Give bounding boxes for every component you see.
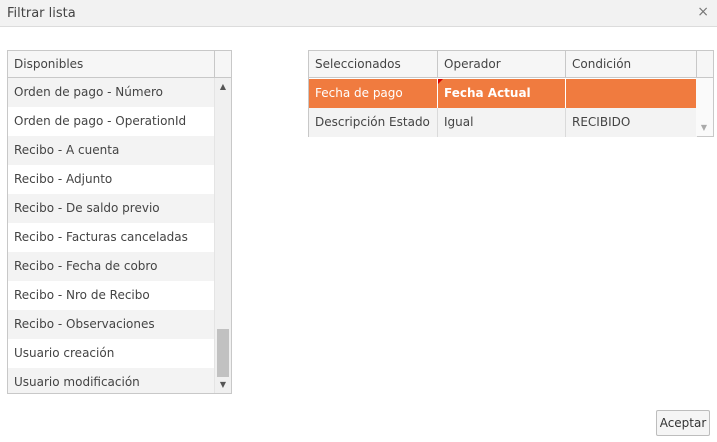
dialog-title: Filtrar lista: [7, 6, 76, 21]
column-header-field[interactable]: Seleccionados: [309, 51, 438, 78]
dialog-titlebar: Filtrar lista ×: [0, 0, 717, 27]
column-header-condition[interactable]: Condición: [566, 51, 697, 78]
available-list: Orden de pago - Número Orden de pago - O…: [8, 78, 215, 393]
available-fields-grid: Disponibles Orden de pago - Número Orden…: [7, 50, 232, 394]
list-item[interactable]: Recibo - A cuenta: [8, 136, 215, 165]
list-item[interactable]: Recibo - Adjunto: [8, 165, 215, 194]
table-row[interactable]: Descripción Estado Igual RECIBIDO: [309, 108, 697, 137]
list-item[interactable]: Usuario modificación: [8, 368, 215, 393]
cell-condition[interactable]: RECIBIDO: [566, 108, 697, 137]
cell-operator-text: Fecha Actual: [444, 86, 531, 100]
column-header-operator[interactable]: Operador: [438, 51, 566, 78]
cell-condition[interactable]: [566, 79, 697, 108]
selected-header: Seleccionados Operador Condición: [309, 51, 713, 78]
list-item[interactable]: Orden de pago - Número: [8, 78, 215, 107]
selected-scrollbar[interactable]: ▼: [696, 78, 713, 136]
list-item[interactable]: Recibo - Fecha de cobro: [8, 252, 215, 281]
available-scrollbar[interactable]: ▲ ▼: [214, 78, 231, 393]
available-column-header[interactable]: Disponibles: [8, 51, 215, 78]
cell-operator[interactable]: Igual: [438, 108, 566, 137]
list-item[interactable]: Recibo - De saldo previo: [8, 194, 215, 223]
edited-marker-icon: [438, 79, 443, 84]
cell-field[interactable]: Descripción Estado: [309, 108, 438, 137]
list-item[interactable]: Recibo - Nro de Recibo: [8, 281, 215, 310]
close-icon[interactable]: ×: [697, 4, 709, 20]
list-item[interactable]: Recibo - Facturas canceladas: [8, 223, 215, 252]
cell-operator[interactable]: Fecha Actual: [438, 79, 566, 108]
accept-button[interactable]: Aceptar: [656, 410, 710, 436]
cell-field[interactable]: Fecha de pago: [309, 79, 438, 108]
list-item[interactable]: Orden de pago - OperationId: [8, 107, 215, 136]
scroll-down-icon[interactable]: ▼: [696, 123, 712, 132]
table-row[interactable]: Fecha de pago Fecha Actual: [309, 79, 697, 108]
scroll-down-icon[interactable]: ▼: [215, 380, 231, 389]
available-header: Disponibles: [8, 51, 231, 78]
scroll-up-icon[interactable]: ▲: [215, 82, 231, 91]
list-item[interactable]: Recibo - Observaciones: [8, 310, 215, 339]
selected-filters-grid: Seleccionados Operador Condición Fecha d…: [308, 50, 714, 137]
list-item[interactable]: Usuario creación: [8, 339, 215, 368]
scrollbar-thumb[interactable]: [217, 329, 229, 377]
